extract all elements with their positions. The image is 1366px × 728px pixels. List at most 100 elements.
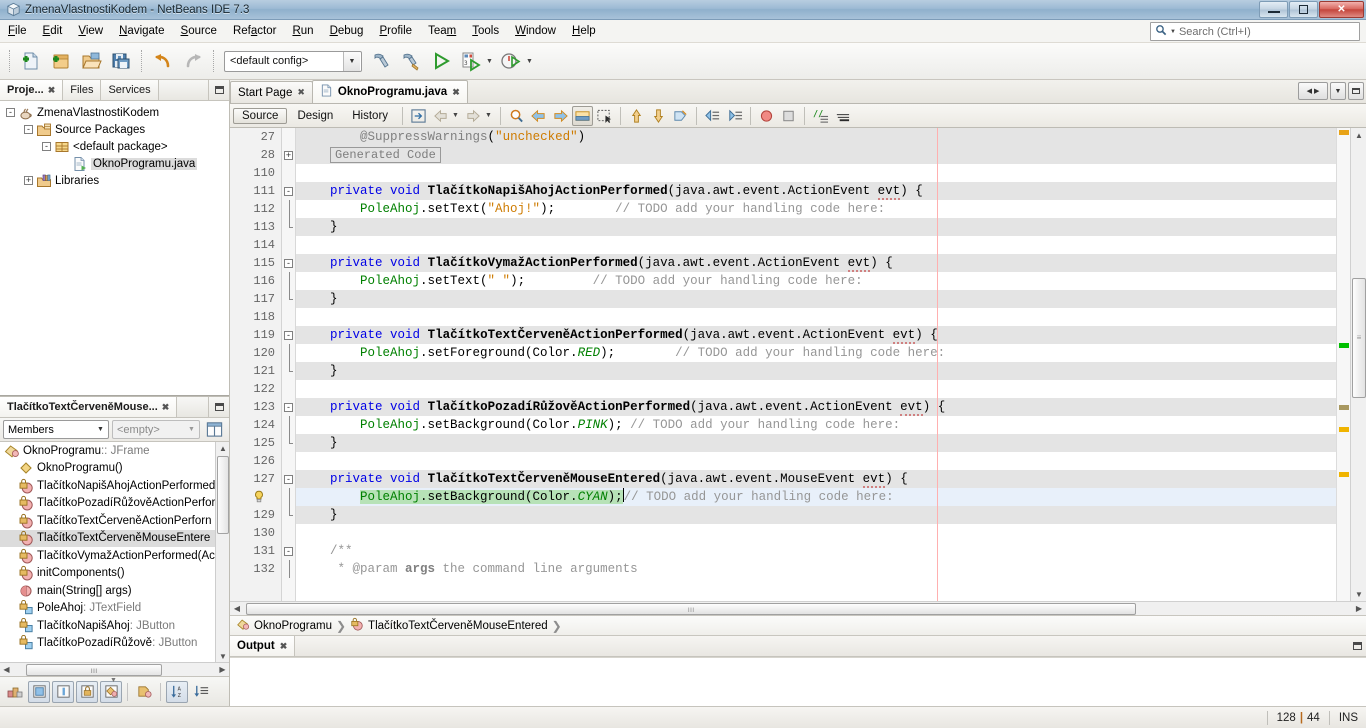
expand-all-icon[interactable]: [133, 681, 155, 703]
new-project-icon[interactable]: [47, 47, 75, 75]
navigator-member-item[interactable]: TlačítkoTextČerveněMouseEntere: [0, 529, 229, 547]
scroll-tabs-button[interactable]: ◀ ▶: [1298, 82, 1328, 100]
new-file-icon[interactable]: [17, 47, 45, 75]
maximize-editor-button[interactable]: [1348, 82, 1364, 100]
code-line[interactable]: private void TlačítkoVymažActionPerforme…: [296, 254, 1336, 272]
close-icon[interactable]: ✖: [48, 85, 56, 96]
navigator-member-item[interactable]: PoleAhoj : JTextField: [0, 600, 229, 618]
collapse-handle-icon[interactable]: -: [6, 108, 15, 117]
show-inherited-icon[interactable]: [4, 681, 26, 703]
code-line[interactable]: }: [296, 362, 1336, 380]
menu-refactor[interactable]: Refactor: [225, 22, 284, 41]
editor-tab-oknoprogramu[interactable]: OknoProgramu.java ✖: [311, 80, 468, 103]
show-fields-icon[interactable]: [28, 680, 50, 703]
navigator-member-item[interactable]: main(String[] args): [0, 582, 229, 600]
minimize-projects-window-button[interactable]: [209, 80, 229, 100]
view-tab-source[interactable]: Source: [233, 107, 288, 124]
code-line[interactable]: * @param args the command line arguments: [296, 560, 1336, 578]
error-stripe-mark[interactable]: [1339, 472, 1349, 477]
menu-edit[interactable]: Edit: [35, 22, 71, 41]
menu-view[interactable]: View: [70, 22, 111, 41]
next-error-icon[interactable]: [648, 106, 669, 126]
error-stripe-mark[interactable]: [1339, 405, 1349, 410]
navigator-member-item[interactable]: TlačítkoNapišAhojActionPerformed: [0, 477, 229, 495]
breadcrumb-item-method[interactable]: TlačítkoTextČerveněMouseEntered: [368, 620, 548, 632]
tab-list-dropdown-button[interactable]: ▼: [1330, 82, 1346, 100]
navigator-scope-combo[interactable]: <empty> ▼: [112, 420, 200, 439]
navigator-member-item[interactable]: OknoProgramu(): [0, 460, 229, 478]
code-line[interactable]: /**: [296, 542, 1336, 560]
forward-icon[interactable]: [463, 106, 484, 126]
menu-profile[interactable]: Profile: [371, 22, 420, 41]
code-line[interactable]: }: [296, 506, 1336, 524]
scroll-up-arrow-icon[interactable]: ▲: [217, 442, 229, 454]
editor-tab-start-page[interactable]: Start Page ✖: [230, 81, 313, 103]
comment-icon[interactable]: //: [810, 106, 831, 126]
show-non-public-icon[interactable]: [76, 680, 98, 703]
project-tree-item-default-package[interactable]: - <default package>: [0, 138, 229, 155]
code-line[interactable]: }: [296, 218, 1336, 236]
code-line[interactable]: PoleAhoj.setText("Ahoj!"); // TODO add y…: [296, 200, 1336, 218]
scroll-right-arrow-icon[interactable]: ▶: [1352, 604, 1366, 613]
debug-dropdown-arrow-icon[interactable]: ▼: [486, 58, 493, 65]
fold-collapse-icon[interactable]: -: [282, 542, 295, 560]
project-tree-item-libraries[interactable]: + Libraries: [0, 172, 229, 189]
code-line[interactable]: PoleAhoj.setBackground(Color.CYAN);// TO…: [296, 488, 1336, 506]
code-line[interactable]: PoleAhoj.setForeground(Color.RED); // TO…: [296, 344, 1336, 362]
back-dropdown-arrow-icon[interactable]: ▼: [452, 112, 459, 119]
start-macro-recording-icon[interactable]: [756, 106, 777, 126]
show-static-icon[interactable]: [52, 680, 74, 703]
redo-icon[interactable]: [179, 47, 207, 75]
scrollbar-thumb[interactable]: ııı: [26, 664, 162, 676]
fold-collapse-icon[interactable]: -: [282, 398, 295, 416]
menu-tools[interactable]: Tools: [464, 22, 507, 41]
code-line[interactable]: [296, 380, 1336, 398]
close-button[interactable]: ✕: [1319, 1, 1364, 18]
tab-navigator[interactable]: TlačítkoTextČerveněMouse... ✖: [0, 397, 178, 417]
code-line[interactable]: PoleAhoj.setBackground(Color.PINK); // T…: [296, 416, 1336, 434]
fold-expand-icon[interactable]: +: [282, 146, 295, 164]
fold-box[interactable]: -: [284, 402, 293, 412]
view-tab-design[interactable]: Design: [288, 108, 342, 124]
generated-code-fold[interactable]: Generated Code: [330, 147, 441, 163]
menu-source[interactable]: Source: [173, 22, 225, 41]
clean-build-icon[interactable]: [397, 47, 425, 75]
menu-run[interactable]: Run: [284, 22, 321, 41]
fold-box[interactable]: -: [284, 186, 293, 196]
open-project-icon[interactable]: [77, 47, 105, 75]
navigator-member-item[interactable]: TlačítkoNapišAhoj : JButton: [0, 617, 229, 635]
menu-help[interactable]: Help: [564, 22, 604, 41]
navigator-horizontal-scrollbar[interactable]: ◀ ııı ▶: [0, 662, 229, 676]
forward-dropdown-arrow-icon[interactable]: ▼: [485, 112, 492, 119]
navigator-filter-combo[interactable]: Members ▼: [3, 420, 109, 439]
code-line[interactable]: }: [296, 434, 1336, 452]
fold-collapse-icon[interactable]: -: [282, 470, 295, 488]
minimize-button[interactable]: [1259, 1, 1288, 18]
profile-dropdown-arrow-icon[interactable]: ▼: [526, 58, 533, 65]
navigator-member-item[interactable]: initComponents(): [0, 565, 229, 583]
tab-output[interactable]: Output ✖: [230, 636, 296, 656]
fold-collapse-icon[interactable]: -: [282, 254, 295, 272]
code-line[interactable]: [296, 308, 1336, 326]
editor-horizontal-scrollbar[interactable]: ◀ ııı ▶: [230, 601, 1366, 615]
fold-box[interactable]: -: [284, 258, 293, 268]
menu-debug[interactable]: Debug: [322, 22, 372, 41]
run-project-icon[interactable]: [427, 47, 455, 75]
close-icon[interactable]: ✖: [280, 641, 288, 652]
tab-projects[interactable]: Proje... ✖: [0, 80, 64, 100]
navigator-member-item[interactable]: TlačítkoTextČerveněActionPerforn: [0, 512, 229, 530]
fold-collapse-icon[interactable]: -: [282, 182, 295, 200]
stop-macro-icon[interactable]: [778, 106, 799, 126]
breadcrumb-item-class[interactable]: OknoProgramu: [254, 620, 332, 632]
chevron-down-icon[interactable]: ▼: [93, 421, 108, 438]
fold-box[interactable]: -: [284, 474, 293, 484]
debug-project-icon[interactable]: 3: [457, 47, 485, 75]
code-line[interactable]: Generated Code: [296, 146, 1336, 164]
scroll-left-arrow-icon[interactable]: ◀: [0, 665, 13, 674]
project-tree-item-zmenavlastnostikodem[interactable]: - ZmenaVlastnostiKodem: [0, 104, 229, 121]
toggle-annotation-icon[interactable]: [670, 106, 691, 126]
search-input[interactable]: ▼ Search (Ctrl+I): [1150, 22, 1360, 41]
tab-files[interactable]: Files: [63, 80, 102, 100]
navigator-member-item[interactable]: TlačítkoVymažActionPerformed(Ac: [0, 547, 229, 565]
error-stripe-mark[interactable]: [1339, 130, 1349, 135]
